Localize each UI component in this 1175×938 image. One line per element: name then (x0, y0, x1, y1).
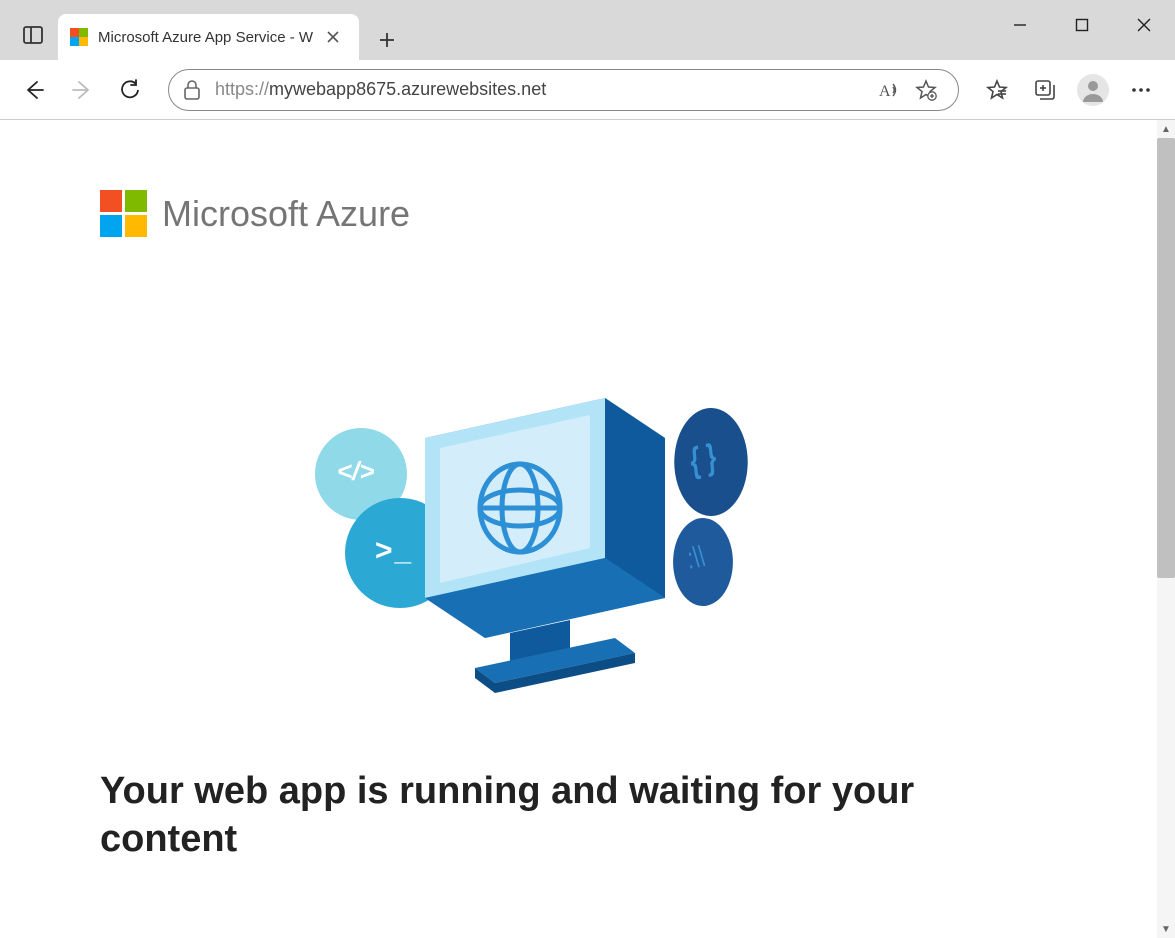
refresh-icon (119, 79, 141, 101)
collections-button[interactable] (1021, 66, 1069, 114)
page: Microsoft Azure (0, 120, 1050, 933)
profile-button[interactable] (1077, 74, 1109, 106)
forward-button[interactable] (58, 66, 106, 114)
maximize-icon (1075, 18, 1089, 32)
scroll-up-button[interactable]: ▲ (1157, 120, 1175, 138)
favicon-icon (70, 28, 88, 46)
back-button[interactable] (10, 66, 58, 114)
titlebar: Microsoft Azure App Service - W (0, 0, 1175, 60)
content-area: Microsoft Azure (0, 120, 1175, 938)
collections-icon (1033, 78, 1057, 102)
microsoft-logo-icon (100, 190, 148, 238)
braces-icon (670, 401, 753, 523)
star-plus-icon (915, 79, 937, 101)
panel-icon (23, 25, 43, 45)
path-icon (669, 512, 737, 611)
read-aloud-icon: A (879, 80, 901, 100)
hero-illustration (295, 398, 755, 708)
browser-tab-active[interactable]: Microsoft Azure App Service - W (58, 14, 359, 60)
arrow-right-icon (71, 79, 93, 101)
toolbar: https://mywebapp8675.azurewebsites.net A (0, 60, 1175, 120)
close-icon (1136, 17, 1152, 33)
window-close-button[interactable] (1113, 0, 1175, 50)
new-tab-button[interactable] (367, 20, 407, 60)
monitor-icon (415, 398, 675, 698)
favorites-icon (985, 78, 1009, 102)
scroll-thumb[interactable] (1157, 138, 1175, 578)
tab-actions-button[interactable] (8, 10, 58, 60)
close-icon (326, 30, 340, 44)
refresh-button[interactable] (106, 66, 154, 114)
add-favorite-button[interactable] (908, 79, 944, 101)
window-maximize-button[interactable] (1051, 0, 1113, 50)
favorites-button[interactable] (973, 66, 1021, 114)
more-icon (1130, 79, 1152, 101)
scroll-down-button[interactable]: ▼ (1157, 920, 1175, 938)
more-button[interactable] (1117, 66, 1165, 114)
address-bar[interactable]: https://mywebapp8675.azurewebsites.net A (168, 69, 959, 111)
tab-title: Microsoft Azure App Service - W (98, 29, 313, 46)
read-aloud-button[interactable]: A (872, 80, 908, 100)
lock-icon (183, 80, 201, 100)
svg-text:A: A (879, 83, 891, 100)
brand-title: Microsoft Azure (162, 193, 410, 235)
window-minimize-button[interactable] (989, 0, 1051, 50)
toolbar-right (973, 66, 1165, 114)
arrow-left-icon (23, 79, 45, 101)
headline: Your web app is running and waiting for … (100, 768, 950, 863)
plus-icon (378, 31, 396, 49)
minimize-icon (1013, 18, 1027, 32)
scroll-track[interactable] (1157, 578, 1175, 920)
tab-close-button[interactable] (319, 23, 347, 51)
azure-header: Microsoft Azure (100, 190, 950, 238)
vertical-scrollbar[interactable]: ▲ ▼ (1157, 120, 1175, 938)
tab-strip: Microsoft Azure App Service - W (0, 0, 407, 60)
window-controls (989, 0, 1175, 50)
profile-icon (1079, 76, 1107, 104)
url-text: https://mywebapp8675.azurewebsites.net (215, 79, 872, 100)
